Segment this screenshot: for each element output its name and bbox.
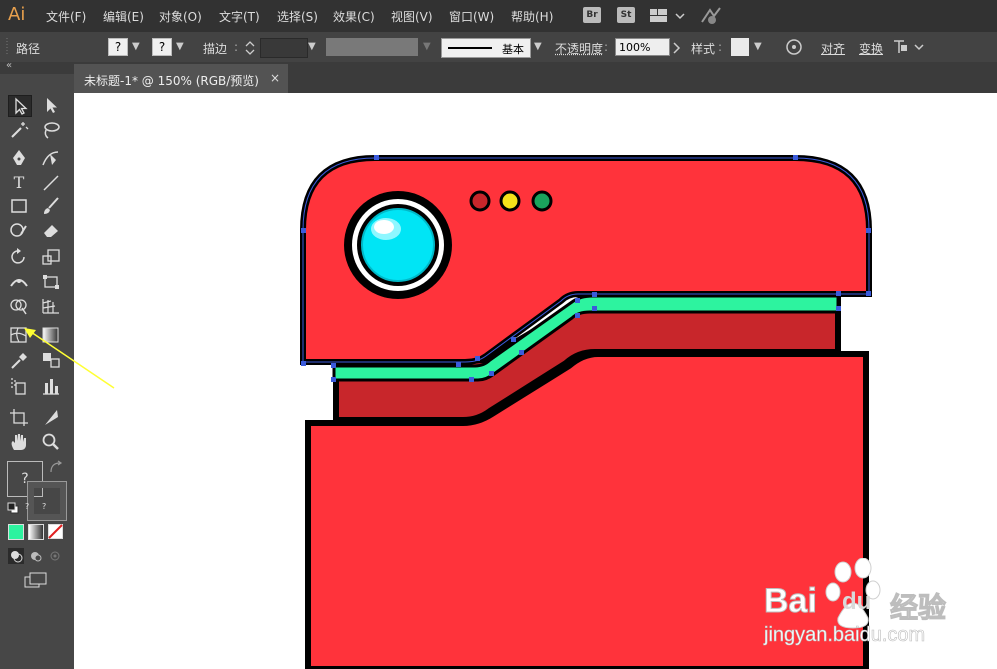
width-tool-icon[interactable] [8,272,30,292]
chevron-down-icon[interactable]: ▼ [754,41,762,52]
chevron-down-icon[interactable]: ▼ [176,41,184,52]
chevron-down-icon[interactable]: ▼ [308,41,316,52]
menu-view[interactable]: 视图(V) [391,8,433,25]
eraser-tool-icon[interactable] [40,220,62,240]
gradient-mode-button[interactable] [28,524,44,540]
stroke-color-swatch[interactable] [27,481,67,521]
document-tab-title: 未标题-1* @ 150% (RGB/预览) [84,74,259,88]
curvature-tool-icon[interactable] [40,148,62,168]
workspace-switcher-icon[interactable] [650,8,690,24]
scale-tool-icon[interactable] [40,247,62,267]
watermark-url: jingyan.baidu.com [764,624,926,647]
chevron-down-icon[interactable]: ▼ [132,41,140,52]
bridge-icon[interactable]: Br [583,7,601,23]
rotate-tool-icon[interactable] [8,247,30,267]
shape-builder-tool-icon[interactable] [8,296,30,316]
menu-object[interactable]: 对象(O) [159,8,202,25]
colon-label: : [604,40,609,54]
yellow-led-icon [499,190,521,212]
camera-lens-icon [344,191,452,299]
fill-swatch[interactable]: ? [108,38,128,56]
none-mode-icon[interactable] [48,524,64,540]
color-mode-button[interactable] [8,524,24,540]
recolor-artwork-icon[interactable] [785,38,803,56]
style-label: 样式 [691,42,716,56]
watermark-cn: 经验 [889,591,947,625]
arrange-menu-icon[interactable] [891,37,925,57]
fill-none-label: ? [25,502,30,511]
magic-wand-tool-icon[interactable] [8,120,30,140]
align-button[interactable]: 对齐 [821,40,845,57]
stock-icon[interactable]: St [617,7,635,23]
screen-mode-icon[interactable] [24,571,48,589]
menu-file[interactable]: 文件(F) [46,8,86,25]
red-led-icon [469,190,491,212]
menu-select[interactable]: 选择(S) [277,8,318,25]
stroke-weight-input[interactable] [260,38,308,58]
chevron-down-icon[interactable]: ▼ [534,41,542,52]
menu-effect[interactable]: 效果(C) [333,8,375,25]
document-tab-bar: 未标题-1* @ 150% (RGB/预览) × [74,62,997,93]
artboard-tool-icon[interactable] [8,407,30,427]
menu-window[interactable]: 窗口(W) [449,8,494,25]
gpu-performance-icon[interactable] [700,6,724,26]
transform-button[interactable]: 变换 [859,40,883,57]
line-segment-tool-icon[interactable] [40,173,62,193]
menu-help[interactable]: 帮助(H) [511,8,553,25]
collapse-icon[interactable]: « [6,60,12,71]
chevron-down-icon[interactable]: ▼ [423,41,431,52]
watermark-brand: Bai [764,582,818,621]
grip-icon [6,38,8,56]
close-icon[interactable]: × [270,71,280,85]
menu-edit[interactable]: 编辑(E) [103,8,144,25]
selection-type-label: 路径 [16,42,41,56]
zoom-tool-icon[interactable] [40,432,62,452]
stroke-none-label: ? [42,502,47,511]
stroke-swatch[interactable]: ? [152,38,172,56]
menu-type[interactable]: 文字(T) [219,8,260,25]
pen-tool-icon[interactable] [8,148,30,168]
watermark-brand-du: du [842,588,872,615]
document-tab[interactable]: 未标题-1* @ 150% (RGB/预览) × [74,64,288,93]
free-transform-tool-icon[interactable] [40,272,62,292]
chevron-right-icon[interactable] [670,38,684,58]
tools-panel-header[interactable]: « [0,60,74,74]
variable-width-profile[interactable] [326,38,418,56]
illustrator-logo: Ai [8,4,26,25]
stroke-label: 描边 [203,42,228,56]
opacity-input[interactable]: 100% [615,38,670,56]
swap-fill-stroke-icon[interactable] [48,460,64,476]
shaper-tool-icon[interactable] [8,220,30,240]
brush-definition[interactable]: 基本 [441,38,531,58]
perspective-grid-tool-icon[interactable] [40,296,62,316]
default-fill-stroke-icon[interactable] [7,502,19,514]
type-tool-icon[interactable]: T [8,173,30,193]
slice-tool-icon[interactable] [40,407,62,427]
opacity-label[interactable]: 不透明度 [555,40,603,57]
colon-label: : [234,40,239,54]
rectangle-tool-icon[interactable] [8,196,30,216]
lasso-tool-icon[interactable] [40,120,62,140]
menu-bar: Ai 文件(F) 编辑(E) 对象(O) 文字(T) 选择(S) 效果(C) 视… [0,0,997,32]
stroke-weight-stepper[interactable] [244,39,256,57]
drawing-modes-icon[interactable] [8,548,68,564]
control-bar: 路径 ? ▼ ? ▼ 描边 : ▼ ▼ 基本 ▼ 不透明度 : 100% 样式 … [0,32,997,63]
colon-label: : [718,40,723,54]
hand-tool-icon[interactable] [8,432,30,452]
direct-selection-tool-icon[interactable] [40,95,62,115]
green-led-icon [531,190,553,212]
paintbrush-tool-icon[interactable] [40,196,62,216]
yellow-pointer-arrow-icon [24,328,115,389]
selection-tool-icon[interactable] [8,95,32,117]
graphic-style-swatch[interactable] [731,38,749,56]
baidu-watermark: Bai du 经验 jingyan.baidu.com [760,557,960,657]
